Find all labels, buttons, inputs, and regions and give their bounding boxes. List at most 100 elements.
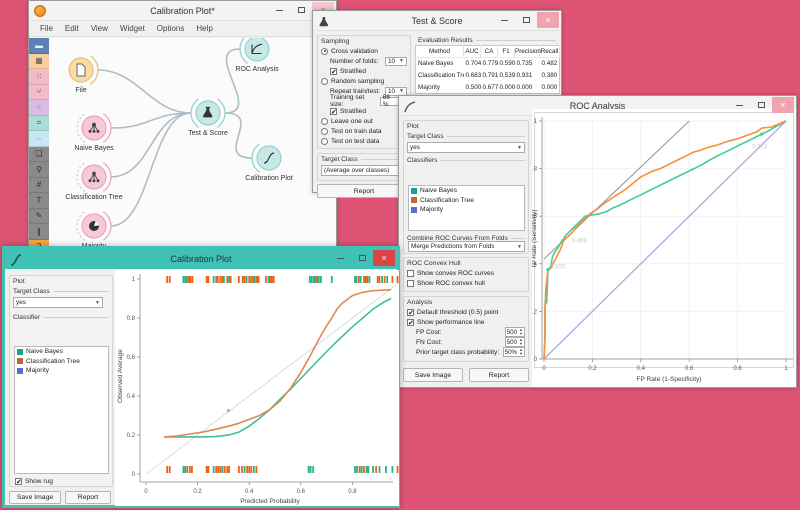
checkbox-stratified[interactable]: Stratified — [318, 106, 410, 116]
classifier-listbox[interactable]: Naive BayesClassification TreeMajority — [14, 346, 109, 474]
col-f1[interactable]: F1 — [498, 46, 515, 58]
calibration-plot[interactable]: 000.20.20.40.40.60.60.80.811Predicted Pr… — [115, 270, 399, 506]
radio-cross-validation[interactable]: Cross validation — [318, 46, 410, 56]
pen-tool-icon[interactable]: ✎ — [29, 209, 49, 225]
radio-test-on-test-data[interactable]: Test on test data — [318, 136, 410, 146]
node-classification-tree[interactable]: Classification Tree — [65, 163, 122, 201]
table-row: Naive Bayes0.7040.7790.5900.7350.482 — [416, 58, 560, 70]
evaluation-results-table[interactable]: Method AUC CA F1 Precision Recall Naive … — [415, 45, 560, 94]
report-button[interactable]: Report — [317, 184, 411, 198]
col-recall[interactable]: Recall — [540, 46, 560, 58]
window-calibration-plot: Calibration Plot × Plot Target Class yes… — [2, 246, 400, 508]
roc-plot[interactable]: 000.20.20.40.40.60.60.80.8110.3230.4980.… — [532, 109, 796, 387]
svg-text:0.498: 0.498 — [572, 238, 588, 244]
col-method[interactable]: Method — [416, 46, 464, 58]
sieve-diagram-icon[interactable]: ⌗ — [29, 116, 49, 132]
menu-edit[interactable]: Edit — [60, 22, 84, 35]
radio-test-on-train-data[interactable]: Test on train data — [318, 126, 410, 136]
menu-options[interactable]: Options — [152, 22, 190, 35]
checkbox-default-threshold-0-5-point[interactable]: Default threshold (0.5) point — [404, 307, 528, 317]
text-tool-icon[interactable]: T — [29, 193, 49, 209]
node-label: Naive Bayes — [74, 145, 114, 152]
close-button[interactable]: × — [537, 12, 559, 28]
field-training-set-size[interactable]: Training set size:66 %▼ — [318, 96, 410, 106]
list-item-classification-tree[interactable]: Classification Tree — [15, 357, 108, 367]
report-button[interactable]: Report — [469, 368, 529, 382]
maximize-button[interactable] — [750, 97, 772, 113]
radio-leave-one-out[interactable]: Leave one out — [318, 116, 410, 126]
report-button[interactable]: Report — [65, 491, 111, 504]
dropdown-number-of-folds[interactable]: 10▼ — [385, 57, 407, 66]
show-rug-checkbox[interactable]: Show rug — [12, 476, 56, 486]
edge-file-to-test-score[interactable] — [98, 70, 191, 113]
spin-fp-cost[interactable]: FP Cost:500▲▼ — [404, 327, 528, 337]
list-item-classification-tree[interactable]: Classification Tree — [409, 196, 524, 206]
radio-random-sampling[interactable]: Random sampling — [318, 76, 410, 86]
edge-test-score-to-roc-analysis[interactable] — [225, 49, 240, 113]
pause-icon[interactable]: ∥ — [29, 224, 49, 240]
spin-prior-target-class-probability[interactable]: Prior target class probability:50%▲▼ — [404, 347, 528, 357]
close-button[interactable]: × — [373, 250, 395, 266]
save-image-button[interactable]: Save Image — [403, 368, 463, 382]
data-table-icon[interactable]: ▦ — [29, 54, 49, 70]
minimize-button[interactable] — [329, 250, 351, 266]
close-button[interactable]: × — [772, 97, 794, 113]
widget-tab-icon[interactable]: ▬ — [29, 38, 49, 54]
classifiers-listbox[interactable]: Naive BayesClassification TreeMajority — [408, 185, 525, 231]
dot-plot-icon[interactable]: ∙∙ — [29, 131, 49, 147]
checkbox-show-convex-roc-curves[interactable]: Show convex ROC curves — [404, 268, 528, 278]
col-auc[interactable]: AUC — [464, 46, 481, 58]
node-roc-analysis[interactable]: ROC Analysis — [235, 38, 279, 73]
menu-view[interactable]: View — [86, 22, 113, 35]
svg-text:FP Rate (1-Specificity): FP Rate (1-Specificity) — [637, 376, 702, 383]
minimize-button[interactable] — [728, 97, 750, 113]
field-number-of-folds[interactable]: Number of folds:10▼ — [318, 56, 410, 66]
list-item-majority[interactable]: Majority — [15, 366, 108, 376]
checkbox-stratified[interactable]: Stratified — [318, 66, 410, 76]
spinbox[interactable]: 50%▲▼ — [503, 347, 525, 357]
hash-icon[interactable]: # — [29, 178, 49, 194]
distributions-icon[interactable]: ⁖ — [29, 100, 49, 116]
document-icon[interactable]: ❏ — [29, 147, 49, 163]
menu-help[interactable]: Help — [191, 22, 217, 35]
checkbox-show-roc-convex-hull[interactable]: Show ROC convex hull — [404, 278, 528, 288]
checkbox-show-performance-line[interactable]: Show performance line — [404, 317, 528, 327]
spinbox[interactable]: 500▲▼ — [505, 327, 525, 337]
list-item-naive-bayes[interactable]: Naive Bayes — [409, 186, 524, 196]
tree-viewer-icon[interactable]: ⑂ — [29, 85, 49, 101]
spinbox[interactable]: 500▲▼ — [505, 337, 525, 347]
maximize-button[interactable] — [351, 250, 373, 266]
node-file[interactable]: File — [69, 56, 98, 94]
list-item-naive-bayes[interactable]: Naive Bayes — [15, 347, 108, 357]
menu-widget[interactable]: Widget — [115, 22, 150, 35]
edge-majority-to-test-score[interactable] — [111, 113, 191, 226]
checkbox-icon — [15, 478, 22, 485]
workflow-canvas[interactable]: File Naive Bayes Classification Tree Majori… — [49, 38, 336, 269]
main-titlebar[interactable]: Calibration Plot* × — [29, 1, 336, 21]
node-majority[interactable]: Majority — [77, 212, 111, 250]
list-item-majority[interactable]: Majority — [409, 205, 524, 215]
target-class-dropdown[interactable]: yes▼ — [13, 297, 103, 308]
test-score-titlebar[interactable]: Test & Score × — [313, 11, 561, 31]
target-class-dropdown[interactable]: yes▼ — [407, 142, 525, 153]
color-swatch — [411, 188, 417, 194]
combine-dropdown[interactable]: Merge Predictions from Folds▼ — [408, 241, 525, 252]
save-image-button[interactable]: Save Image — [9, 491, 61, 504]
node-calibration-plot[interactable]: Calibration Plot — [245, 144, 293, 182]
maximize-button[interactable] — [290, 2, 312, 18]
target-class-dropdown[interactable]: (Average over classes)▼ — [321, 165, 407, 176]
col-precision[interactable]: Precision — [515, 46, 540, 58]
magnifier-icon[interactable]: ⚲ — [29, 162, 49, 178]
table-row: Classification Tree0.6830.7910.5390.9310… — [416, 70, 560, 82]
node-naive-bayes[interactable]: Naive Bayes — [74, 114, 114, 152]
maximize-button[interactable] — [515, 12, 537, 28]
node-test-score[interactable]: Test & Score — [188, 99, 228, 137]
edge-test-score-to-calibration-plot[interactable] — [225, 113, 252, 158]
minimize-button[interactable] — [268, 2, 290, 18]
menu-file[interactable]: File — [35, 22, 58, 35]
calibration-titlebar[interactable]: Calibration Plot × — [5, 249, 397, 269]
spin-fn-cost[interactable]: FN Cost:500▲▼ — [404, 337, 528, 347]
minimize-button[interactable] — [493, 12, 515, 28]
col-ca[interactable]: CA — [481, 46, 498, 58]
scatter-plot-icon[interactable]: ⁙ — [29, 69, 49, 85]
